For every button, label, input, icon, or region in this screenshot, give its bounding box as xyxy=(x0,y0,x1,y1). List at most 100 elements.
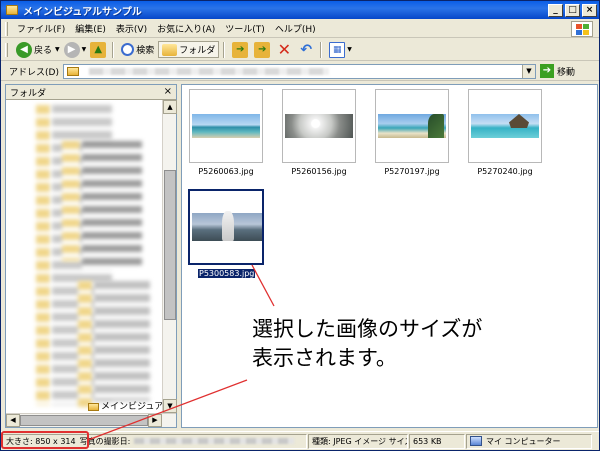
toolbar-separator xyxy=(223,41,225,58)
file-thumbnail[interactable]: P5260156.jpg xyxy=(282,89,362,176)
folder-icon xyxy=(66,66,79,76)
menu-view[interactable]: 表示(V) xyxy=(111,22,152,35)
blurred-tree xyxy=(94,281,150,401)
scroll-up-arrow-icon[interactable]: ▲ xyxy=(163,100,177,114)
go-button[interactable]: ➔ 移動 xyxy=(539,64,575,78)
thumbnail-frame[interactable] xyxy=(468,89,542,163)
back-label: 戻る xyxy=(34,46,53,56)
search-label: 検索 xyxy=(136,46,155,56)
folder-icon xyxy=(88,402,99,411)
toolbar-separator xyxy=(320,41,322,58)
file-view[interactable]: P5260063.jpg P5260156.jpg P5270197.jpg P… xyxy=(181,84,598,428)
file-name: P5260063.jpg xyxy=(198,167,254,176)
blurred-tree xyxy=(36,105,50,405)
delete-button[interactable]: ✕ xyxy=(276,40,294,59)
file-thumbnail[interactable]: P5270240.jpg xyxy=(468,89,548,176)
delete-x-icon: ✕ xyxy=(277,40,291,59)
scroll-thumb[interactable] xyxy=(164,170,176,320)
title-bar[interactable]: メインビジュアルサンプル _ □ × xyxy=(1,1,599,19)
close-icon[interactable]: × xyxy=(164,86,172,97)
menu-help[interactable]: ヘルプ(H) xyxy=(270,22,321,35)
up-folder-icon: ▲ xyxy=(90,41,107,58)
file-name: P5270197.jpg xyxy=(384,167,440,176)
move-to-button[interactable]: ➔ xyxy=(232,41,250,58)
menu-tools[interactable]: ツール(T) xyxy=(220,22,270,35)
file-name: P5300583.jpg xyxy=(196,268,257,279)
tree-item-selected-folder[interactable]: メインビジュアルサ xyxy=(88,399,168,412)
status-type: 種類: JPEG イメージ サイズ xyxy=(308,433,408,449)
menu-bar: ファイル(F) 編集(E) 表示(V) お気に入り(A) ツール(T) ヘルプ(… xyxy=(1,20,599,38)
scroll-left-arrow-icon[interactable]: ◀ xyxy=(6,414,20,427)
thumbnail-frame[interactable] xyxy=(189,89,263,163)
file-name: P5270240.jpg xyxy=(477,167,533,176)
maximize-button[interactable]: □ xyxy=(565,3,580,17)
folder-pane-title: フォルダ xyxy=(10,88,47,99)
annotation-line: 選択した画像のサイズが xyxy=(252,317,483,341)
toolbar-grip[interactable] xyxy=(5,42,8,57)
back-button[interactable]: ◀ 戻る ▼ xyxy=(16,41,60,58)
folders-button[interactable]: フォルダ xyxy=(158,41,220,58)
file-thumbnail[interactable]: P5270197.jpg xyxy=(375,89,455,176)
annotation-text: 選択した画像のサイズが 表示されます。 xyxy=(252,315,582,373)
scroll-right-arrow-icon[interactable]: ▶ xyxy=(148,414,162,427)
chevron-down-icon[interactable]: ▼ xyxy=(55,46,60,53)
views-grid-icon: ▦ xyxy=(329,41,346,58)
explorer-window: メインビジュアルサンプル _ □ × ファイル(F) 編集(E) 表示(V) お… xyxy=(0,0,600,451)
folder-tree-pane: フォルダ × メインビジュアルサ ▲ ▼ ◀ ▶ xyxy=(5,84,177,428)
status-location: マイ コンピューター xyxy=(466,433,592,449)
status-bar: 大きさ: 850 x 314 写真の撮影日: 種類: JPEG イメージ サイズ… xyxy=(1,431,599,450)
windows-logo-icon xyxy=(571,21,593,37)
undo-button[interactable]: ↶ xyxy=(298,42,316,58)
chevron-down-icon[interactable]: ▼ xyxy=(82,46,87,53)
folder-tree[interactable] xyxy=(6,101,162,411)
blurred-path xyxy=(88,67,329,75)
scroll-down-arrow-icon[interactable]: ▼ xyxy=(163,399,177,413)
copy-to-button[interactable]: ➔ xyxy=(254,41,272,58)
forward-button[interactable]: ▶ ▼ xyxy=(63,41,87,58)
file-thumbnail-selected[interactable]: P5300583.jpg xyxy=(188,189,278,279)
forward-arrow-icon: ▶ xyxy=(63,41,80,58)
search-icon xyxy=(121,43,135,56)
blurred-date xyxy=(134,438,295,444)
search-button[interactable]: 検索 xyxy=(121,43,154,56)
folder-horizontal-scrollbar[interactable]: ◀ ▶ xyxy=(6,413,176,427)
thumbnail-frame[interactable] xyxy=(375,89,449,163)
toolbar-separator xyxy=(112,41,114,58)
sunset-sea-photo-image xyxy=(285,114,353,138)
close-button[interactable]: × xyxy=(582,3,597,17)
move-to-icon: ➔ xyxy=(232,41,249,58)
folder-pane-header: フォルダ × xyxy=(6,85,176,100)
go-arrow-icon: ➔ xyxy=(539,64,554,78)
annotation-line: 表示されます。 xyxy=(252,346,397,370)
address-input[interactable]: ▼ xyxy=(62,63,536,79)
status-type-text: 種類: JPEG イメージ サイズ xyxy=(312,436,408,446)
folders-label: フォルダ xyxy=(179,46,216,56)
undo-icon: ↶ xyxy=(300,41,313,58)
beach-photo-image xyxy=(192,114,260,138)
views-button[interactable]: ▦ ▼ xyxy=(329,41,352,58)
scroll-thumb[interactable] xyxy=(20,415,148,426)
my-computer-icon xyxy=(470,436,482,446)
chevron-down-icon[interactable]: ▼ xyxy=(347,46,352,53)
status-file-size: 653 KB xyxy=(409,433,465,449)
window-title: メインビジュアルサンプル xyxy=(23,6,142,18)
menu-edit[interactable]: 編集(E) xyxy=(70,22,111,35)
status-file-size-value: 653 KB xyxy=(413,436,442,446)
folder-icon xyxy=(6,5,18,15)
thumbnail-frame[interactable] xyxy=(188,189,264,265)
back-arrow-icon: ◀ xyxy=(16,41,32,58)
menu-favorites[interactable]: お気に入り(A) xyxy=(152,22,220,35)
folder-vertical-scrollbar[interactable]: ▲ ▼ xyxy=(162,100,177,413)
up-folder-button[interactable]: ▲ xyxy=(90,41,108,58)
toolbar-grip[interactable] xyxy=(5,21,8,36)
thumbnail-frame[interactable] xyxy=(282,89,356,163)
file-thumbnail[interactable]: P5260063.jpg xyxy=(189,89,269,176)
statue-image xyxy=(222,211,234,241)
tree-item-label: メインビジュアルサ xyxy=(101,402,168,412)
minimize-button[interactable]: _ xyxy=(548,3,563,17)
address-label: アドレス(D) xyxy=(9,67,59,78)
address-dropdown-chevron-icon[interactable]: ▼ xyxy=(521,64,535,78)
address-bar: アドレス(D) ▼ ➔ 移動 xyxy=(1,62,599,81)
menu-file[interactable]: ファイル(F) xyxy=(12,22,70,35)
blurred-tree xyxy=(82,141,142,271)
